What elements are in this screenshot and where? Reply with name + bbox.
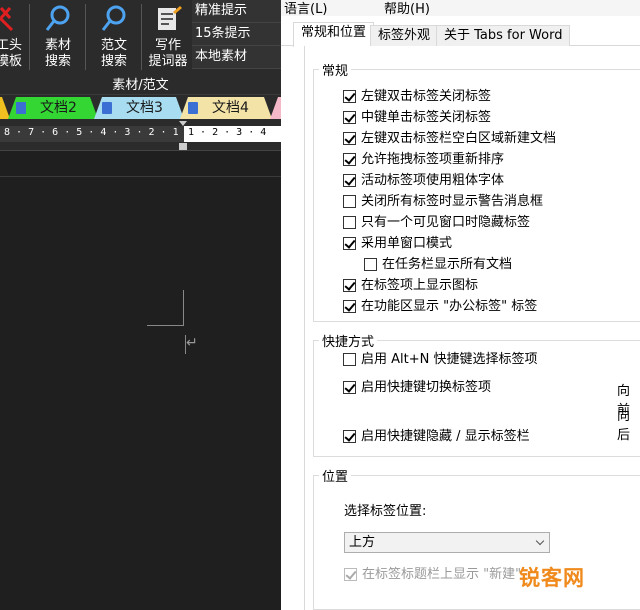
crop-mark [183,290,184,326]
fifteen-hints-item[interactable]: 15条提示 [192,23,281,46]
tab-about[interactable]: 关于 Tabs for Word [436,25,571,46]
option-switch-tab-shortcut[interactable]: 启用快捷键切换标签项 [343,380,491,396]
checkbox[interactable] [343,195,356,208]
doc-tab-3[interactable]: 文档3 [94,97,184,119]
first-line-indent-marker[interactable] [179,121,187,126]
word-window: 工头 模板 素材 搜索 范文 搜索 写作 提词器 精准提示 15条提示 本地素材… [0,0,281,610]
doc-tab-2[interactable]: 文档2 [8,97,98,119]
tab-tab-appearance[interactable]: 标签外观 [370,25,439,46]
writing-icon [144,4,192,34]
shortcuts-group-title: 快捷方式 [319,331,378,350]
template-button[interactable]: 工头 模板 [0,0,24,72]
tabs-options-dialog: 语言(L) 帮助(H) 常规和位置 标签外观 关于 Tabs for Word … [281,0,640,610]
checkbox[interactable] [343,381,356,394]
option-middle-click-close[interactable]: 中键单击标签关闭标签 [343,110,491,126]
option-alt-n-shortcut[interactable]: 启用 Alt+N 快捷键选择标签项 [343,352,537,368]
menu-language[interactable]: 语言(L) [284,0,327,17]
ribbon-separator [141,4,142,70]
ribbon-group-label: 素材/范文 [112,78,169,93]
option-close-all-warning[interactable]: 关闭所有标签时显示警告消息框 [343,194,543,210]
word-doc-icon [188,102,198,114]
ruler-left-ticks: 8 · 7 · 6 · 5 · 4 · 3 · 2 · 1 [4,127,179,138]
precise-hint-item[interactable]: 精准提示 [192,0,281,23]
checkbox[interactable] [343,90,356,103]
tab-position-label: 选择标签位置: [344,504,427,519]
tab-position-select[interactable]: 上方 [344,532,550,553]
checkbox[interactable] [343,353,356,366]
ribbon-separator [85,4,86,70]
search-icon [36,4,80,34]
checkbox[interactable] [364,258,377,271]
tab-general-position[interactable]: 常规和位置 [293,22,375,47]
document-tab-strip: 文档2 文档3 文档4 [0,95,281,121]
position-group-title: 位置 [319,466,352,485]
search-icon [92,4,136,34]
left-indent-marker[interactable] [179,143,187,150]
option-toggle-tabbar-shortcut[interactable]: 启用快捷键隐藏 / 显示标签栏 [343,429,530,445]
option-hide-single-window[interactable]: 只有一个可见窗口时隐藏标签 [343,215,530,231]
crop-mark [147,325,184,326]
ribbon-red-icon [0,4,24,34]
watermark: 锐客网 [519,566,585,590]
word-doc-icon [16,102,26,114]
ribbon-side-list: 精准提示 15条提示 本地素材 [192,0,281,69]
option-show-tab-icons[interactable]: 在标签项上显示图标 [343,278,478,294]
checkbox[interactable] [343,430,356,443]
option-single-window-mode[interactable]: 采用单窗口模式 [343,236,452,252]
checkbox[interactable] [343,300,356,313]
ribbon-separator [29,4,30,70]
option-drag-reorder[interactable]: 允许拖拽标签项重新排序 [343,152,504,168]
checkbox[interactable] [343,174,356,187]
ruler-right-ticks: 1 · 2 · 3 · 4 [188,127,267,138]
essay-search-button[interactable]: 范文 搜索 [92,0,136,72]
chevron-down-icon [535,536,545,546]
settings-tabs: 常规和位置 标签外观 关于 Tabs for Word [281,22,640,47]
doc-tab-partial-right[interactable] [270,97,281,119]
option-ribbon-office-tab[interactable]: 在功能区显示 "办公标签" 标签 [343,299,537,315]
doc-tab-partial[interactable] [0,97,10,119]
document-canvas[interactable]: ↵ [0,176,281,610]
writing-prompter-button[interactable]: 写作 提词器 [144,0,192,72]
horizontal-ruler[interactable]: 8 · 7 · 6 · 5 · 4 · 3 · 2 · 1 1 · 2 · 3 … [0,121,281,151]
checkbox[interactable] [343,111,356,124]
local-material-item[interactable]: 本地素材 [192,46,281,69]
doc-tab-4[interactable]: 文档4 [180,97,272,119]
checkbox [344,568,357,581]
option-dblclick-close[interactable]: 左键双击标签关闭标签 [343,89,491,105]
menu-bar: 语言(L) 帮助(H) [281,0,640,17]
checkbox[interactable] [343,216,356,229]
backward-label: 向后 [617,409,631,443]
option-bold-active[interactable]: 活动标签项使用粗体字体 [343,173,504,189]
general-group-title: 常规 [319,60,352,79]
checkbox[interactable] [343,279,356,292]
paragraph-mark-icon: ↵ [186,335,198,351]
word-doc-icon [102,102,112,114]
checkbox[interactable] [343,237,356,250]
material-search-button[interactable]: 素材 搜索 [36,0,80,72]
option-show-new-button: 在标签标题栏上显示 "新建" [344,567,521,583]
ribbon: 工头 模板 素材 搜索 范文 搜索 写作 提词器 精准提示 15条提示 本地素材… [0,0,281,95]
menu-help[interactable]: 帮助(H) [384,0,430,17]
checkbox[interactable] [343,132,356,145]
option-taskbar-all-docs[interactable]: 在任务栏显示所有文档 [364,257,512,273]
option-dblclick-new-doc[interactable]: 左键双击标签栏空白区域新建文档 [343,131,556,147]
checkbox[interactable] [343,153,356,166]
